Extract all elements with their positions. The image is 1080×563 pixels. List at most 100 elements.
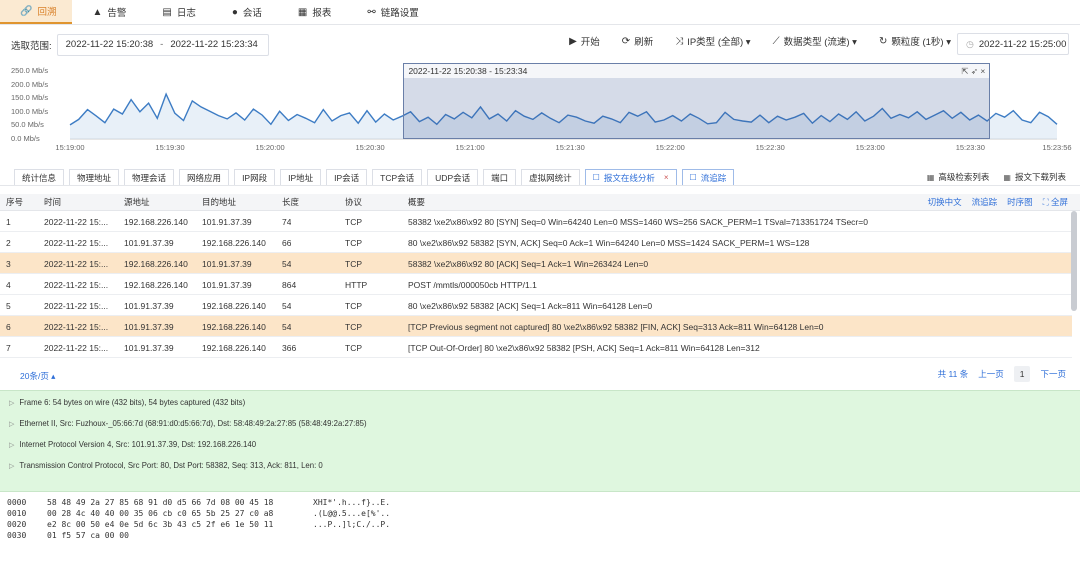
granularity-icon: ↻ xyxy=(878,35,888,47)
nav-item-4[interactable]: ▦ 报表 xyxy=(278,0,347,24)
play-icon: ▶ xyxy=(569,35,577,47)
tab-11[interactable]: ☐ 报文在线分析 × xyxy=(584,169,677,185)
col-header-summary: 概要 xyxy=(408,197,426,207)
tool-button-3[interactable]: ⟋ 数据类型 (流速) ▾ xyxy=(772,34,857,49)
shuffle-icon: ⤨ xyxy=(675,35,684,47)
link-icon: 🔗 xyxy=(20,5,33,17)
time-range-picker[interactable]: 2022-11-22 15:20:38 - 2022-11-22 15:23:3… xyxy=(56,33,269,56)
tab-label: 物理地址 xyxy=(77,172,112,183)
nav-item-label: 日志 xyxy=(176,8,196,19)
detail-text: Transmission Control Protocol, Src Port:… xyxy=(19,461,323,470)
detail-tree-item[interactable]: ▷ Internet Protocol Version 4, Src: 101.9… xyxy=(9,440,256,449)
cell-len: 864 xyxy=(282,280,297,290)
nav-item-1[interactable]: ▲ 告警 xyxy=(72,0,142,24)
tool-button-0[interactable]: ▶ 开始 xyxy=(569,34,600,49)
table-action-3[interactable]: ⛶ 全屏 xyxy=(1043,196,1068,208)
nav-item-0[interactable]: 🔗 回溯 xyxy=(0,0,73,24)
log-icon: ▤ xyxy=(162,6,172,18)
tab-4[interactable]: IP网段 xyxy=(234,169,276,185)
page-size-select[interactable]: 20条/页 ▴ xyxy=(20,370,55,382)
tab-2[interactable]: 物理会话 xyxy=(124,169,175,185)
traffic-chart[interactable]: 2022-11-22 15:20:38 - 15:23:34 ⇱ ➶ × 250… xyxy=(0,62,1080,156)
tool-button-1[interactable]: ⟳ 刷新 xyxy=(622,34,653,49)
col-header-src: 源地址 xyxy=(124,197,150,207)
tool-button-4[interactable]: ↻ 颗粒度 (1秒) ▾ xyxy=(878,34,951,49)
tool-button-2[interactable]: ⤨ IP类型 (全部) ▾ xyxy=(675,34,750,49)
grid-icon: ▦ xyxy=(926,172,935,182)
tab-7[interactable]: TCP会话 xyxy=(372,169,423,185)
tab-label: IP地址 xyxy=(288,172,314,183)
cell-time: 2022-11-22 15:... xyxy=(44,259,109,269)
cell-time: 2022-11-22 15:... xyxy=(44,301,109,311)
table-row[interactable]: 1 2022-11-22 15:... 192.168.226.140 101.91.… xyxy=(0,211,1072,232)
hex-bytes: 01 f5 57 ca 00 00 xyxy=(47,531,129,540)
tab-action-1[interactable]: ▦ 报文下载列表 xyxy=(1003,171,1066,183)
table-actions: 切换中文 流追踪 时序图 ⛶ 全屏 xyxy=(918,196,1068,208)
table-action-0[interactable]: 切换中文 xyxy=(928,196,962,208)
tab-1[interactable]: 物理地址 xyxy=(69,169,120,185)
cell-len: 54 xyxy=(282,259,292,269)
tab-label: TCP会话 xyxy=(380,172,415,183)
toolbar: ▶ 开始 ⟳ 刷新 ⤨ IP类型 (全部) ▾ ⟋ 数据类型 (流速) ▾ ↻ 颗粒度 (1秒) … xyxy=(547,34,951,49)
cell-src: 101.91.37.39 xyxy=(124,301,174,311)
tab-doc-icon: ☐ xyxy=(689,173,697,182)
selection-header: 2022-11-22 15:20:38 - 15:23:34 ⇱ ➶ × xyxy=(404,64,990,78)
tab-label: 网络应用 xyxy=(187,172,222,183)
tab-action-0[interactable]: ▦ 高级检索列表 xyxy=(927,171,990,183)
packet-detail-tree: ▷ Frame 6: 54 bytes on wire (432 bits), 5… xyxy=(0,390,1080,492)
table-action-2[interactable]: 时序图 xyxy=(1007,196,1033,208)
analysis-tabs: 统计信息 物理地址 物理会话 网络应用 IP网段 IP地址 IP会话 TCP会话 UDP会话 端口… xyxy=(0,169,1080,186)
tab-12[interactable]: ☐ 流追踪 xyxy=(681,169,735,185)
tab-9[interactable]: 端口 xyxy=(483,169,517,185)
tab-6[interactable]: IP会话 xyxy=(326,169,368,185)
prev-page-button[interactable]: 上一页 xyxy=(978,368,1004,380)
x-tick-label: 15:20:00 xyxy=(255,143,285,152)
table-row[interactable]: 2 2022-11-22 15:... 101.91.37.39 192.168.22… xyxy=(0,232,1072,253)
grid-icon: ▦ xyxy=(1003,172,1011,182)
packet-hex-dump: 0000 58 48 49 2a 27 85 68 91 d0 d5 66 7d … xyxy=(0,494,1080,563)
chart-selection[interactable]: 2022-11-22 15:20:38 - 15:23:34 ⇱ ➶ × xyxy=(403,63,991,139)
detail-tree-item[interactable]: ▷ Frame 6: 54 bytes on wire (432 bits), 5… xyxy=(9,398,245,407)
tab-3[interactable]: 网络应用 xyxy=(179,169,230,185)
detail-tree-item[interactable]: ▷ Ethernet II, Src: Fuzhoux-_05:66:7d (68… xyxy=(9,419,367,428)
y-tick-label: 200.0 Mb/s xyxy=(11,79,49,89)
tab-label: IP会话 xyxy=(334,172,360,183)
y-tick-label: 0.0 Mb/s xyxy=(11,134,40,143)
nav-item-2[interactable]: ▤ 日志 xyxy=(142,0,211,24)
cell-len: 74 xyxy=(282,217,292,227)
tab-label: UDP会话 xyxy=(435,172,471,183)
chevron-right-icon: ▷ xyxy=(9,442,15,449)
cell-proto: TCP xyxy=(345,217,362,227)
table-row[interactable]: 7 2022-11-22 15:... 101.91.37.39 192.168.22… xyxy=(0,337,1072,358)
detail-tree-item[interactable]: ▷ Transmission Control Protocol, Src Port… xyxy=(9,461,323,470)
current-page[interactable]: 1 xyxy=(1013,366,1031,382)
selection-tools-icon[interactable]: ⇱ ➶ × xyxy=(961,64,985,78)
col-header-dst: 目的地址 xyxy=(202,197,237,207)
tab-list: 统计信息 物理地址 物理会话 网络应用 IP网段 IP地址 IP会话 TCP会话 UDP会话 端口… xyxy=(0,168,735,185)
clock-icon: ◷ xyxy=(966,38,974,49)
tool-label: 颗粒度 (1秒) ▾ xyxy=(891,37,951,48)
nav-item-5[interactable]: ⚯ 链路设置 xyxy=(347,0,434,24)
close-icon[interactable]: × xyxy=(664,173,669,182)
table-row[interactable]: 4 2022-11-22 15:... 192.168.226.140 101.91.… xyxy=(0,274,1072,295)
next-page-button[interactable]: 下一页 xyxy=(1040,368,1066,380)
linechart-icon: ⟋ xyxy=(772,35,780,47)
nav-item-label: 告警 xyxy=(107,8,127,19)
table-row[interactable]: 6 2022-11-22 15:... 101.91.37.39 192.168.22… xyxy=(0,316,1072,337)
tab-5[interactable]: IP地址 xyxy=(280,169,322,185)
x-tick-label: 15:21:30 xyxy=(555,143,585,152)
nav-item-3[interactable]: ● 会话 xyxy=(212,0,278,24)
table-row[interactable]: 3 2022-11-22 15:... 192.168.226.140 101.91.… xyxy=(0,253,1072,274)
cell-proto: TCP xyxy=(345,322,362,332)
report-icon: ▦ xyxy=(297,6,308,18)
tab-10[interactable]: 虚拟网统计 xyxy=(521,169,580,185)
filter-bar: 选取范围: 2022-11-22 15:20:38 - 2022-11-22 1… xyxy=(0,30,1080,59)
table-row[interactable]: 5 2022-11-22 15:... 101.91.37.39 192.168.22… xyxy=(0,295,1072,316)
table-action-1[interactable]: 流追踪 xyxy=(972,196,998,208)
table-scrollbar[interactable] xyxy=(1071,211,1077,311)
chain-icon: ⚯ xyxy=(367,6,376,18)
tab-label: 端口 xyxy=(491,172,509,183)
tab-0[interactable]: 统计信息 xyxy=(14,169,65,185)
current-time-picker[interactable]: ◷ 2022-11-22 15:25:00 xyxy=(957,33,1069,55)
tab-8[interactable]: UDP会话 xyxy=(427,169,479,185)
